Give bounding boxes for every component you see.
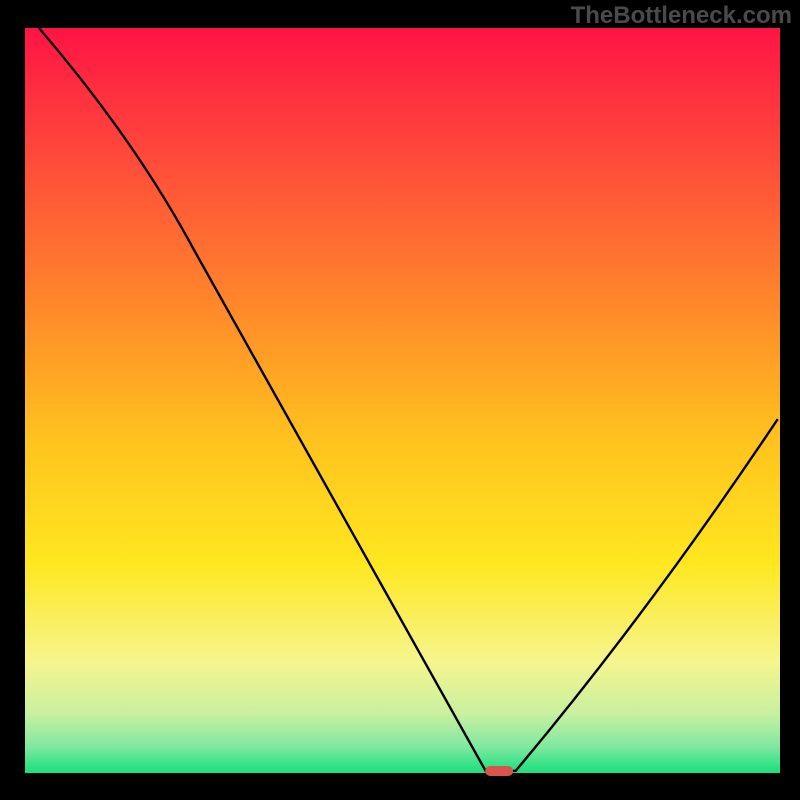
plot-background (25, 28, 780, 773)
optimum-marker (485, 766, 513, 776)
watermark-text: TheBottleneck.com (571, 2, 792, 30)
chart-container: { "watermark": "TheBottleneck.com", "cha… (0, 0, 800, 800)
bottleneck-chart (0, 0, 800, 800)
